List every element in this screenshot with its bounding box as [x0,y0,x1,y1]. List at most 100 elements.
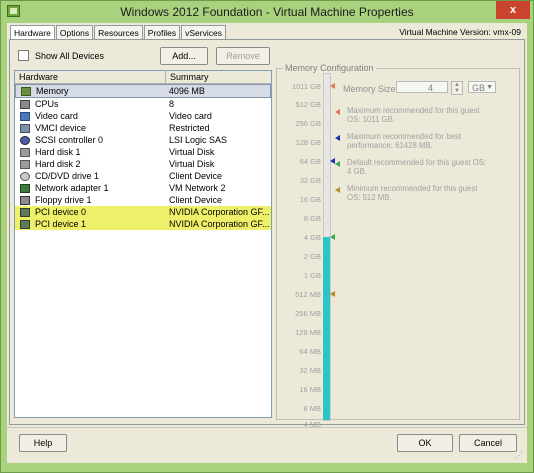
default-marker-icon [330,234,335,240]
column-header-summary[interactable]: Summary [166,71,270,83]
hardware-table-header: Hardware Summary [15,71,271,84]
row-summary: 4096 MB [168,86,205,96]
scale-label: 256 MB [295,309,321,318]
table-row[interactable]: SCSI controller 0 LSI Logic SAS [15,134,271,146]
row-summary: LSI Logic SAS [169,135,228,145]
chevron-down-icon: ▼ [486,84,493,91]
scale-label: 1 GB [303,271,321,280]
table-row[interactable]: Floppy drive 1 Client Device [15,194,271,206]
scale-label: 8 GB [303,214,321,223]
hardware-tab-panel: Show All Devices Add... Remove Hardware … [9,39,525,429]
scale-label: 64 GB [299,157,321,166]
ok-button[interactable]: OK [397,434,453,452]
legend-default: Default recommended for this guest OS: 4… [347,158,487,176]
memory-icon [21,86,31,96]
title-bar[interactable]: Windows 2012 Foundation - Virtual Machin… [1,1,533,23]
remove-button[interactable]: Remove [216,47,270,65]
row-name: CD/DVD drive 1 [35,171,100,181]
scale-label: 16 MB [299,385,321,394]
memory-configuration-label: Memory Configuration [283,63,376,73]
row-name: VMCI device [35,123,87,133]
dialog-client: Hardware Options Resources Profiles vSer… [7,23,527,463]
scale-label: 128 GB [295,138,321,147]
table-row[interactable]: Hard disk 1 Virtual Disk [15,146,271,158]
scale-label: 8 MB [303,404,321,413]
min-os-marker-icon [330,291,335,297]
memory-unit-value: GB [472,83,486,93]
tab-options[interactable]: Options [55,25,94,39]
row-name: SCSI controller 0 [35,135,104,145]
pci-icon [20,207,30,217]
tab-strip: Hardware Options Resources Profiles vSer… [10,25,227,40]
row-summary: NVIDIA Corporation GF... [169,207,270,217]
max-os-legend-icon [335,109,340,115]
memory-size-spinner[interactable]: ▲ ▼ [451,81,463,95]
scale-label: 2 GB [303,252,321,261]
memory-unit-select[interactable]: GB ▼ [468,81,496,93]
network-icon [20,183,30,193]
add-button[interactable]: Add... [160,47,208,65]
tab-vservices[interactable]: vServices [181,25,226,39]
row-name: CPUs [35,99,59,109]
tab-resources[interactable]: Resources [94,25,143,39]
disk-icon [20,159,30,169]
legend-min-os: Minimum recommended for this guest OS: 5… [347,184,478,202]
tab-profiles[interactable]: Profiles [143,25,181,39]
monitor-icon [20,111,30,121]
vmci-icon [20,123,30,133]
disk-icon [20,147,30,157]
scale-label: 32 GB [299,176,321,185]
row-summary: Virtual Disk [169,147,215,157]
max-os-marker-icon [330,83,335,89]
row-summary: Virtual Disk [169,159,215,169]
table-row[interactable]: CD/DVD drive 1 Client Device [15,170,271,182]
pci-icon [20,219,30,229]
scale-label: 32 MB [299,366,321,375]
scale-label: 1011 GB [291,82,321,91]
scale-label: 512 MB [295,290,321,299]
resize-grip-icon[interactable]: ⋰ [515,451,525,461]
memory-size-label: Memory Size: [343,84,399,94]
table-row[interactable]: Network adapter 1 VM Network 2 [15,182,271,194]
tab-hardware[interactable]: Hardware [10,25,55,40]
memory-size-input[interactable]: 4 [396,81,448,93]
show-all-devices-label: Show All Devices [35,50,105,61]
show-all-devices-row[interactable]: Show All Devices [18,50,104,61]
row-name: PCI device 1 [35,219,87,229]
row-summary: Client Device [169,195,223,205]
row-name: Memory [36,86,69,96]
max-performance-legend-icon [335,135,340,141]
cpu-icon [20,99,30,109]
row-summary: 8 [169,99,175,109]
table-row[interactable]: VMCI device Restricted [15,122,271,134]
cancel-button[interactable]: Cancel [459,434,517,452]
floppy-icon [20,195,30,205]
vm-version-label: Virtual Machine Version: vmx-09 [399,27,521,37]
table-row[interactable]: Memory 4096 MB [15,84,271,98]
scale-label: 256 GB [295,119,321,128]
table-row[interactable]: CPUs 8 [15,98,271,110]
row-name: Floppy drive 1 [35,195,92,205]
column-header-hardware[interactable]: Hardware [15,71,166,83]
default-legend-icon [335,161,340,167]
row-name: Video card [35,111,78,121]
close-button[interactable]: x [496,1,530,19]
row-summary: Restricted [169,123,210,133]
row-name: Hard disk 2 [35,159,81,169]
legend-max-performance: Maximum recommended for best performance… [347,132,461,150]
table-row[interactable]: Hard disk 2 Virtual Disk [15,158,271,170]
table-row[interactable]: PCI device 0 NVIDIA Corporation GF... [15,206,271,218]
table-row[interactable]: PCI device 1 NVIDIA Corporation GF... [15,218,271,230]
row-name: Network adapter 1 [35,183,109,193]
scale-label: 16 GB [299,195,321,204]
table-row[interactable]: Video card Video card [15,110,271,122]
scale-label: 512 GB [295,100,321,109]
footer-divider [7,427,527,428]
cdrom-icon [20,171,30,181]
legend-max-os: Maximum recommended for this guest OS: 1… [347,106,480,124]
row-name: Hard disk 1 [35,147,81,157]
help-button[interactable]: Help [19,434,67,452]
scsi-icon [20,135,30,145]
show-all-devices-checkbox[interactable] [18,50,29,61]
row-summary: Client Device [169,171,223,181]
